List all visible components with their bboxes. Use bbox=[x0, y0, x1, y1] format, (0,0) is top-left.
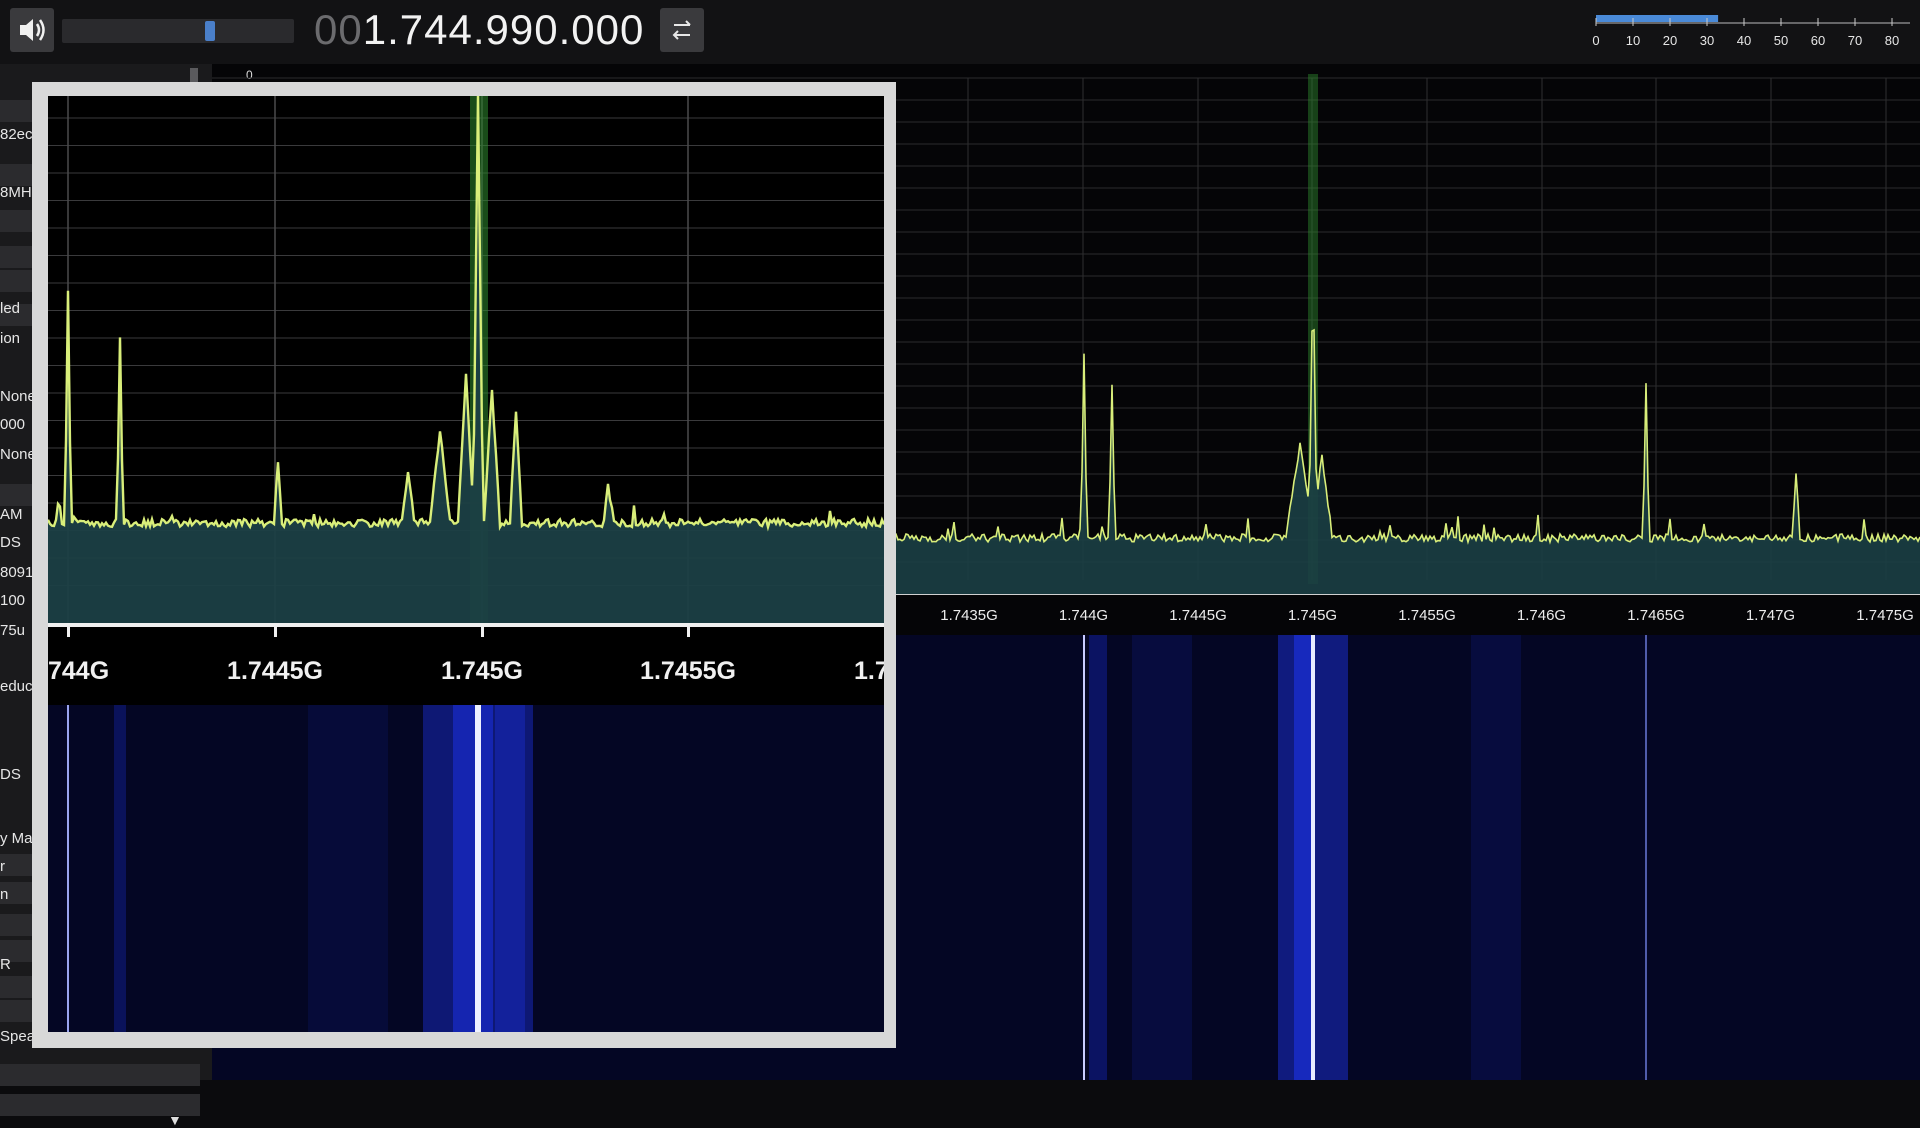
zoomed-axis-tick bbox=[687, 627, 690, 637]
volume-button[interactable] bbox=[10, 8, 54, 52]
frequency-value[interactable]: 1.744.990.000 bbox=[363, 6, 645, 53]
settings-label: educ bbox=[0, 678, 33, 695]
waterfall-signal-line bbox=[1645, 635, 1647, 1080]
frequency-tick-label: 1.7465G bbox=[1627, 607, 1685, 624]
swap-button[interactable] bbox=[660, 8, 704, 52]
zoom-inset: 744G 1.7445G 1.745G 1.7455G 1.7 bbox=[32, 82, 896, 1048]
settings-label: None bbox=[0, 446, 36, 463]
zoom-inset-content: 744G 1.7445G 1.745G 1.7455G 1.7 bbox=[48, 96, 884, 1032]
zoomed-fft-spectrum bbox=[48, 96, 884, 623]
zoomed-frequency-tick-label: 1.7445G bbox=[227, 657, 323, 685]
zoomed-frequency-tick-label: 744G bbox=[48, 657, 110, 685]
settings-label: AM bbox=[0, 506, 23, 523]
dropdown-arrow-icon[interactable]: ▼ bbox=[168, 1112, 182, 1128]
settings-label: DS bbox=[0, 534, 21, 551]
signal-level-bar bbox=[1596, 15, 1719, 22]
signal-meter: 0 10 20 30 40 50 60 70 80 bbox=[1592, 15, 1910, 48]
meter-tick-label: 20 bbox=[1663, 33, 1677, 48]
settings-label: R bbox=[0, 956, 11, 973]
meter-tick-label: 0 bbox=[1592, 33, 1599, 48]
frequency-tick-label: 1.744G bbox=[1058, 607, 1109, 624]
waterfall-signal-band bbox=[308, 705, 388, 1032]
settings-label: 100 bbox=[0, 592, 26, 609]
zoomed-axis-tick bbox=[67, 627, 70, 637]
zoomed-axis-line bbox=[48, 623, 884, 627]
volume-slider-thumb[interactable] bbox=[205, 21, 215, 41]
frequency-tick-label: 1.7475G bbox=[1856, 607, 1914, 624]
settings-label: DS bbox=[0, 766, 21, 783]
waterfall-signal-line bbox=[475, 705, 481, 1032]
top-toolbar: 001.744.990.000 0 10 20 30 40 50 60 70 80 bbox=[0, 0, 1920, 64]
waterfall-signal-band bbox=[114, 705, 126, 1032]
settings-label: 000 bbox=[0, 416, 26, 433]
zoomed-frequency-tick-label: 1.7 bbox=[854, 657, 884, 685]
frequency-tick-label: 1.747G bbox=[1745, 607, 1796, 624]
waterfall-signal-line bbox=[1083, 635, 1085, 1080]
zoomed-frequency-axis: 744G 1.7445G 1.745G 1.7455G 1.7 bbox=[48, 623, 884, 705]
meter-tick-label: 50 bbox=[1774, 33, 1788, 48]
frequency-leading-zeros[interactable]: 00 bbox=[314, 6, 363, 53]
waterfall-signal-band bbox=[1471, 635, 1521, 1080]
speaker-icon bbox=[20, 19, 45, 41]
settings-label: r bbox=[0, 858, 5, 875]
settings-label: led bbox=[0, 300, 21, 317]
settings-label: 75u bbox=[0, 622, 26, 639]
meter-tick-label: 80 bbox=[1885, 33, 1899, 48]
waterfall-signal-band bbox=[495, 705, 525, 1032]
waterfall-signal-line bbox=[1311, 635, 1315, 1080]
settings-label: ion bbox=[0, 330, 21, 347]
meter-tick-label: 10 bbox=[1626, 33, 1640, 48]
settings-label: 82ec bbox=[0, 126, 33, 143]
waterfall-signal-line bbox=[67, 705, 69, 1032]
swap-arrows-icon bbox=[672, 20, 691, 40]
frequency-tick-label: 1.7445G bbox=[1169, 607, 1227, 624]
frequency-tick-label: 1.7435G bbox=[940, 607, 998, 624]
frequency-display[interactable]: 001.744.990.000 bbox=[314, 4, 644, 56]
meter-tick-label: 30 bbox=[1700, 33, 1714, 48]
settings-label: Spea bbox=[0, 1028, 36, 1045]
frequency-tick-label: 1.746G bbox=[1516, 607, 1567, 624]
zoomed-frequency-tick-label: 1.745G bbox=[440, 657, 524, 685]
spectrum-fill bbox=[48, 96, 884, 623]
frequency-tick-label: 1.7455G bbox=[1398, 607, 1456, 624]
zoomed-frequency-tick-label: 1.7455G bbox=[640, 657, 736, 685]
meter-tick-label: 70 bbox=[1848, 33, 1862, 48]
settings-label: 8091 bbox=[0, 564, 34, 581]
waterfall-signal-band bbox=[1132, 635, 1192, 1080]
settings-label: y Ma bbox=[0, 830, 33, 847]
zoomed-axis-tick bbox=[481, 627, 484, 637]
zoomed-waterfall bbox=[48, 705, 884, 1032]
frequency-tick-label: 1.745G bbox=[1287, 607, 1338, 624]
meter-tick-label: 40 bbox=[1737, 33, 1751, 48]
meter-tick-label: 60 bbox=[1811, 33, 1825, 48]
waterfall-signal-band bbox=[453, 705, 493, 1032]
zoomed-axis-tick bbox=[274, 627, 277, 637]
settings-label: None bbox=[0, 388, 36, 405]
volume-slider[interactable] bbox=[62, 19, 294, 43]
waterfall-signal-band bbox=[1089, 635, 1107, 1080]
settings-label: n bbox=[0, 886, 9, 903]
settings-field[interactable] bbox=[0, 1064, 200, 1086]
